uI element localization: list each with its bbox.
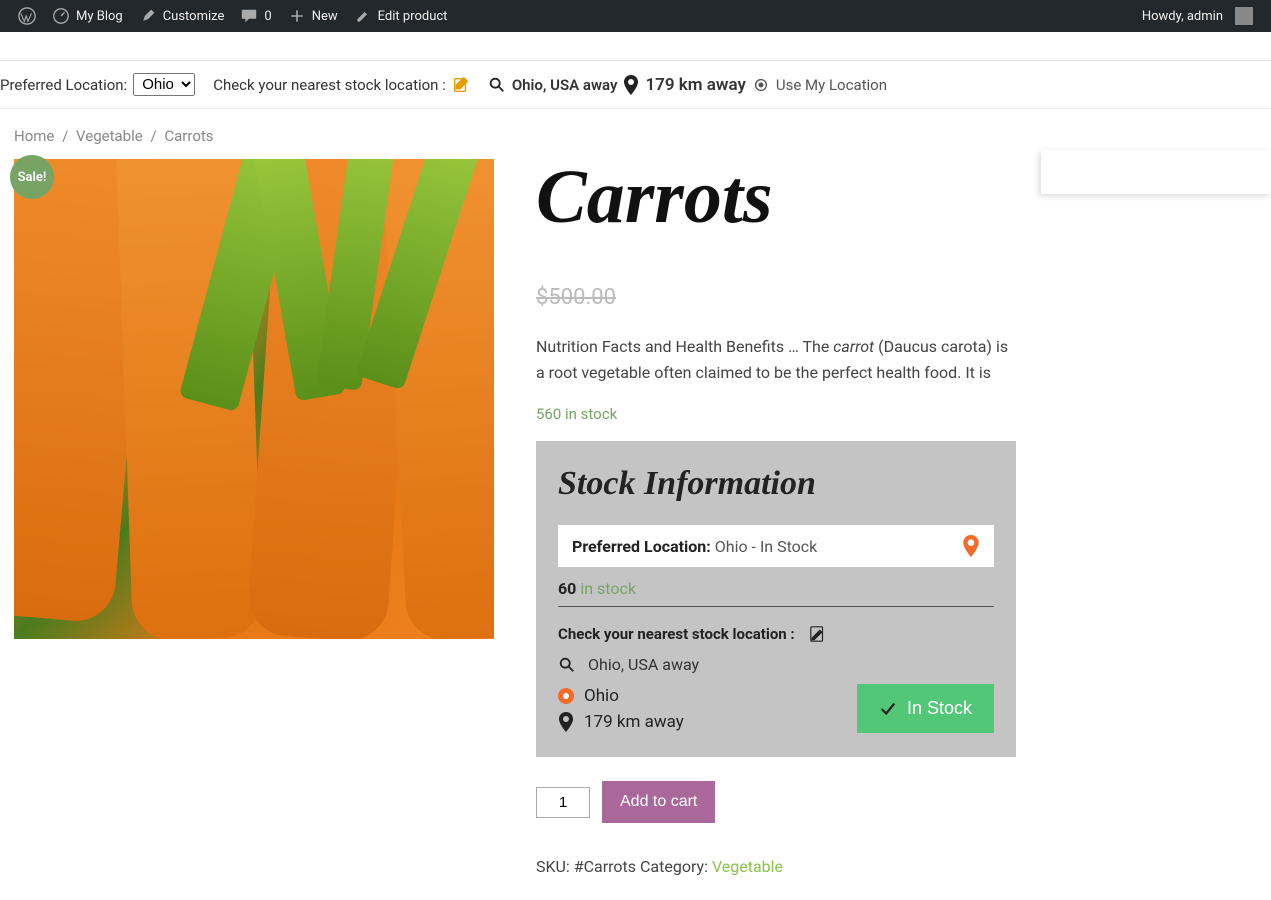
location-dot-icon xyxy=(558,688,574,704)
stock-qty-number: 60 xyxy=(558,579,576,598)
site-name-link[interactable]: My Blog xyxy=(44,0,131,32)
wordpress-icon xyxy=(18,7,36,25)
map-pin-icon xyxy=(623,75,639,95)
product-meta: SKU: #Carrots Category: Vegetable xyxy=(536,857,1016,876)
check-nearest-label: Check your nearest stock location : xyxy=(213,76,446,94)
wp-admin-bar: My Blog Customize 0 New Edit product xyxy=(0,0,1271,32)
side-panel xyxy=(1041,150,1271,194)
edit-product-link[interactable]: Edit product xyxy=(346,0,456,32)
stock-info-title: Stock Information xyxy=(558,465,994,503)
preferred-location-select[interactable]: Ohio xyxy=(133,73,195,96)
add-to-cart-row: Add to cart xyxy=(536,781,1016,823)
distance-text: 179 km away xyxy=(645,75,745,95)
product-title: Carrots xyxy=(536,159,1016,235)
wp-logo[interactable] xyxy=(10,0,44,32)
edit-product-label: Edit product xyxy=(378,9,448,24)
price-old: $500.00 xyxy=(536,285,1016,310)
stock-information-panel: Stock Information Preferred Location: Oh… xyxy=(536,441,1016,757)
breadcrumb-category[interactable]: Vegetable xyxy=(76,127,143,145)
category-label: Category: xyxy=(636,857,712,876)
plus-icon xyxy=(288,7,306,25)
location-result-row: Ohio 179 km away In Stock xyxy=(558,684,994,733)
avatar-icon xyxy=(1235,7,1253,25)
product-gallery: Sale! xyxy=(14,159,494,639)
preferred-location-label: Preferred Location: xyxy=(0,76,127,94)
sale-badge: Sale! xyxy=(10,155,54,199)
map-pin-icon-2 xyxy=(558,712,574,732)
search-icon-2[interactable] xyxy=(558,656,576,674)
search-icon[interactable] xyxy=(488,76,506,94)
product-image[interactable] xyxy=(14,159,494,639)
location-name: Ohio xyxy=(584,686,619,706)
in-stock-button[interactable]: In Stock xyxy=(857,684,994,733)
new-label: New xyxy=(312,9,338,24)
new-link[interactable]: New xyxy=(280,0,346,32)
edit-nearest-icon[interactable] xyxy=(809,625,827,643)
breadcrumb-current: Carrots xyxy=(164,127,213,145)
in-stock-label: In Stock xyxy=(907,698,972,719)
add-to-cart-button[interactable]: Add to cart xyxy=(602,781,715,823)
desc-em: carrot xyxy=(833,337,874,356)
product-summary: Carrots $500.00 Nutrition Facts and Heal… xyxy=(536,159,1016,876)
quantity-input[interactable] xyxy=(536,787,590,818)
global-stock-line: 560 in stock xyxy=(536,405,1016,423)
use-my-location-link[interactable]: Use My Location xyxy=(776,76,887,94)
comment-icon xyxy=(240,7,258,25)
location-stock-qty: 60 in stock xyxy=(558,579,994,607)
customize-link[interactable]: Customize xyxy=(131,0,233,32)
edit-location-icon[interactable] xyxy=(452,76,470,94)
sku-label: SKU: xyxy=(536,857,574,876)
howdy-link[interactable]: Howdy, admin xyxy=(1134,0,1261,32)
category-link[interactable]: Vegetable xyxy=(712,857,783,876)
breadcrumb-sep: / xyxy=(150,127,156,145)
breadcrumb-sep: / xyxy=(62,127,68,145)
target-icon[interactable] xyxy=(752,76,770,94)
check-icon xyxy=(879,700,897,718)
sku-value: #Carrots xyxy=(574,857,636,876)
dashboard-icon xyxy=(52,7,70,25)
location-strip: Preferred Location: Ohio Check your near… xyxy=(0,60,1271,109)
nearest-location-line: Ohio, USA away xyxy=(558,655,994,674)
pref-loc-label: Preferred Location: xyxy=(572,537,711,556)
nearest-location-text: Ohio, USA away xyxy=(588,655,699,674)
pencil-icon xyxy=(354,7,372,25)
comments-link[interactable]: 0 xyxy=(232,0,279,32)
check-nearest-row: Check your nearest stock location : xyxy=(558,625,994,643)
brush-icon xyxy=(139,7,157,25)
desc-prefix: Nutrition Facts and Health Benefits … Th… xyxy=(536,337,833,356)
comments-count: 0 xyxy=(264,9,271,24)
stock-qty-text: in stock xyxy=(580,579,636,598)
preferred-location-box: Preferred Location: Ohio - In Stock xyxy=(558,525,994,567)
location-distance: 179 km away xyxy=(584,712,684,732)
breadcrumb-home[interactable]: Home xyxy=(14,127,54,145)
pref-loc-value: Ohio - In Stock xyxy=(715,537,818,556)
check-nearest-label-2: Check your nearest stock location : xyxy=(558,625,795,643)
site-name-label: My Blog xyxy=(76,9,123,24)
map-pin-orange-icon[interactable] xyxy=(962,535,980,557)
product-description: Nutrition Facts and Health Benefits … Th… xyxy=(536,334,1016,385)
product-wrap: Sale! Carrots $500.00 Nutrition Facts an… xyxy=(0,159,1271,876)
customize-label: Customize xyxy=(163,9,225,24)
location-text: Ohio, USA away xyxy=(512,76,618,94)
howdy-label: Howdy, admin xyxy=(1142,9,1223,24)
